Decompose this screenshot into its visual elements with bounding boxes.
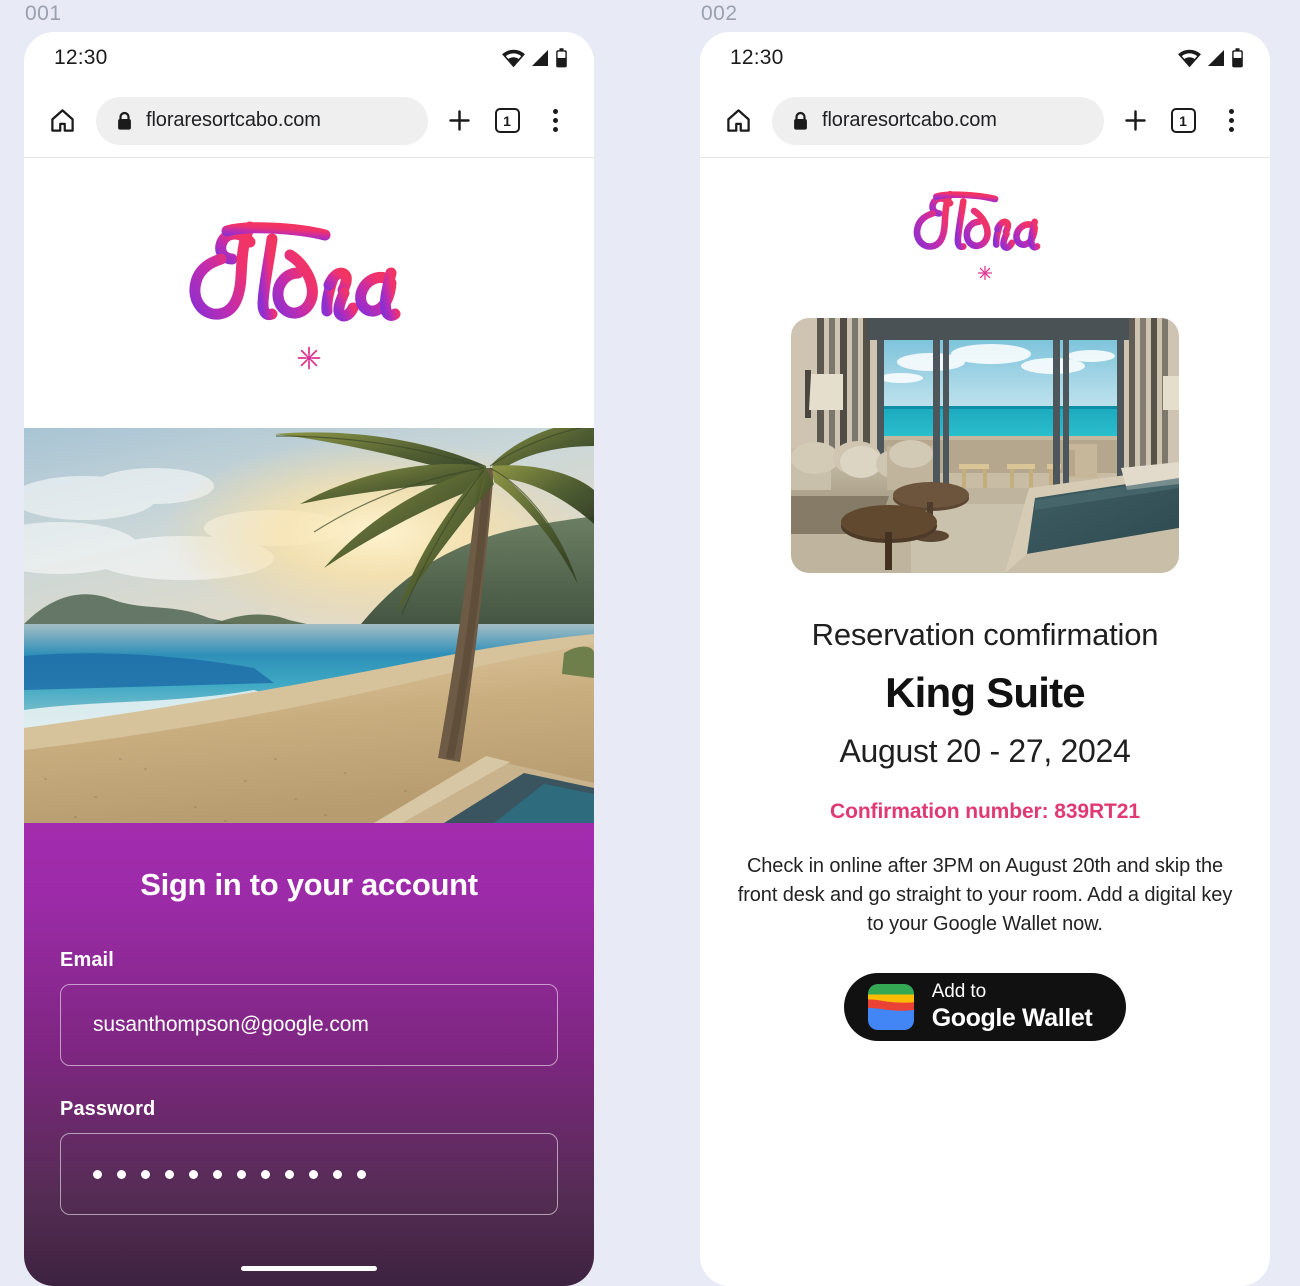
hero-beach-image xyxy=(24,428,594,823)
frame-label-002: 002 xyxy=(701,2,738,25)
password-masked-value xyxy=(93,1169,366,1179)
brand-logo-area-002 xyxy=(700,158,1270,310)
new-tab-button[interactable] xyxy=(442,104,476,138)
address-bar[interactable]: floraresortcabo.com xyxy=(96,96,428,145)
home-icon xyxy=(726,109,750,132)
browser-toolbar: floraresortcabo.com 1 xyxy=(24,84,594,158)
signin-panel: Sign in to your account Email susanthomp… xyxy=(24,823,594,1286)
tab-count-badge: 1 xyxy=(1170,108,1196,133)
asterisk-flower-icon xyxy=(977,265,993,281)
signin-title: Sign in to your account xyxy=(140,867,478,902)
wifi-icon xyxy=(502,49,525,67)
google-wallet-icon xyxy=(867,984,914,1030)
room-photo xyxy=(791,318,1179,573)
gesture-bar[interactable] xyxy=(241,1266,377,1271)
cellular-signal-icon xyxy=(532,50,548,66)
status-bar: 12:30 xyxy=(700,32,1270,84)
email-value: susanthompson@google.com xyxy=(93,1013,369,1036)
flora-wordmark xyxy=(189,221,401,322)
battery-icon xyxy=(556,48,567,68)
new-tab-button[interactable] xyxy=(1118,104,1152,138)
design-board: 001 12:30 floraresortcabo.com 1 Sign in … xyxy=(0,0,1300,1286)
address-bar[interactable]: floraresortcabo.com xyxy=(772,96,1104,145)
plus-icon xyxy=(1124,110,1146,131)
phone-mock-001: 12:30 floraresortcabo.com 1 Sign in to y… xyxy=(24,32,594,1286)
tab-switcher-button[interactable]: 1 xyxy=(490,104,524,138)
status-time: 12:30 xyxy=(730,46,784,69)
reservation-confirmation-page: Reservation comfirmation King Suite Augu… xyxy=(700,310,1270,1286)
wallet-button-text: Add to Google Wallet xyxy=(931,981,1093,1033)
email-field[interactable]: susanthompson@google.com xyxy=(60,984,558,1066)
stay-dates: August 20 - 27, 2024 xyxy=(839,733,1131,769)
browser-menu-button[interactable] xyxy=(1214,104,1248,138)
tab-switcher-button[interactable]: 1 xyxy=(1166,104,1200,138)
battery-icon xyxy=(1232,48,1243,68)
status-bar: 12:30 xyxy=(24,32,594,84)
email-label: Email xyxy=(60,949,114,971)
lock-icon xyxy=(118,111,131,130)
kebab-menu-icon xyxy=(1228,109,1234,132)
home-button[interactable] xyxy=(718,101,758,141)
confirmation-kicker: Reservation comfirmation xyxy=(811,617,1159,652)
lock-icon xyxy=(794,111,807,130)
status-icons xyxy=(502,48,568,68)
room-name: King Suite xyxy=(885,669,1085,716)
home-icon xyxy=(50,109,74,132)
url-text: floraresortcabo.com xyxy=(822,109,997,131)
confirmation-number: Confirmation number: 839RT21 xyxy=(830,800,1140,823)
status-icons xyxy=(1178,48,1244,68)
kebab-menu-icon xyxy=(552,109,558,132)
wifi-icon xyxy=(1178,49,1201,67)
asterisk-flower-icon xyxy=(297,346,321,370)
checkin-note: Check in online after 3PM on August 20th… xyxy=(737,855,1233,935)
cellular-signal-icon xyxy=(1208,50,1224,66)
browser-toolbar: floraresortcabo.com 1 xyxy=(700,84,1270,158)
url-text: floraresortcabo.com xyxy=(146,109,321,131)
password-label: Password xyxy=(60,1098,156,1120)
add-to-google-wallet-button[interactable]: Add to Google Wallet xyxy=(843,973,1127,1041)
frame-label-001: 001 xyxy=(25,2,62,25)
wallet-button-line2: Google Wallet xyxy=(931,1004,1093,1033)
wallet-button-line1: Add to xyxy=(931,981,987,1003)
flora-wordmark xyxy=(913,190,1040,251)
phone-mock-002: 12:30 floraresortcabo.com 1 Reservation … xyxy=(700,32,1270,1286)
browser-menu-button[interactable] xyxy=(538,104,572,138)
password-field[interactable] xyxy=(60,1133,558,1215)
status-time: 12:30 xyxy=(54,46,108,69)
home-button[interactable] xyxy=(42,101,82,141)
tab-count-badge: 1 xyxy=(494,108,520,133)
brand-logo-area-001 xyxy=(24,158,594,428)
plus-icon xyxy=(448,110,470,131)
